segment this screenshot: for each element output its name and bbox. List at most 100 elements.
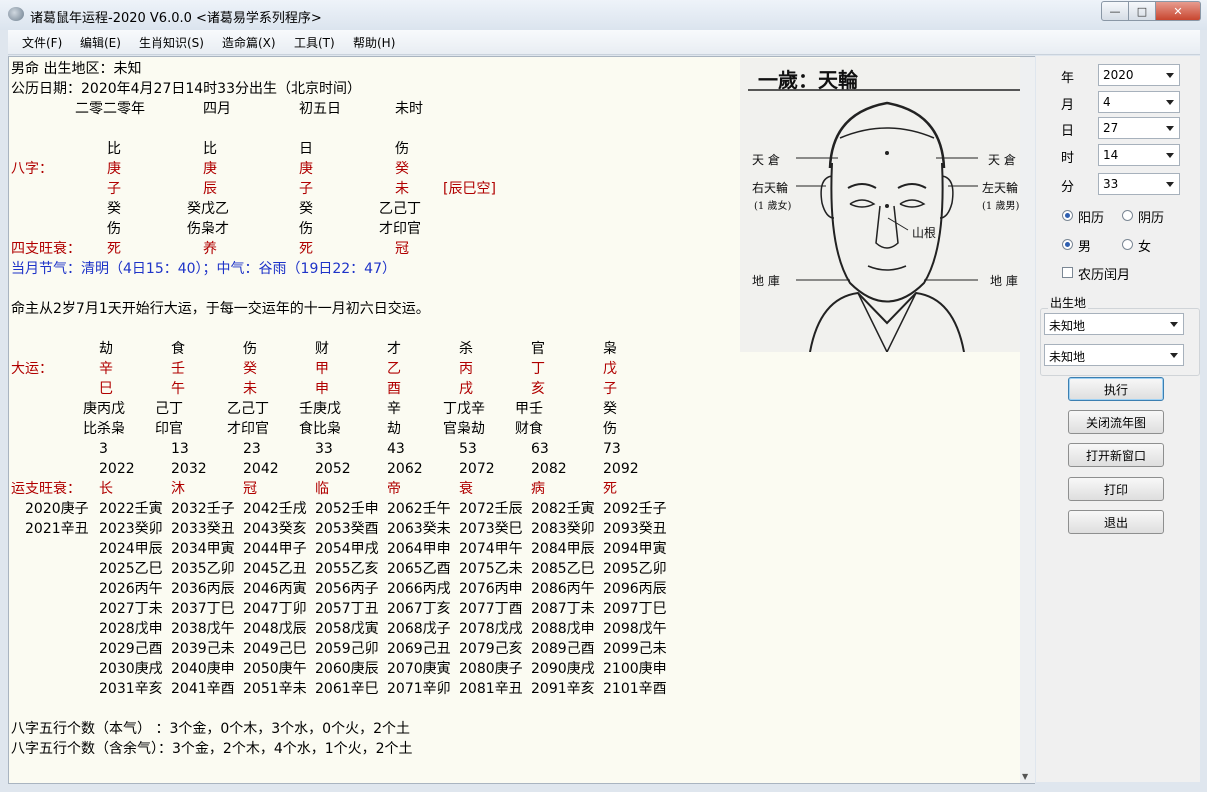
day-select[interactable]: 27 [1098, 117, 1180, 139]
minimize-button[interactable]: — [1101, 1, 1129, 21]
menu-tools[interactable]: 工具(T) [294, 34, 335, 51]
year-select-value: 2020 [1103, 68, 1134, 82]
title-bar[interactable]: 诸葛鼠年运程-2020 V6.0.0 <诸葛易学系列程序> — □ ✕ [0, 0, 1207, 30]
bazi-hidden-shishen: 才印官 [379, 221, 421, 237]
bazi-shishen: 比 [203, 141, 217, 157]
leap-month-label[interactable]: 农历闰月 [1078, 264, 1130, 283]
dayun-branch: 亥 [531, 381, 545, 397]
gender-male-radio[interactable] [1062, 239, 1073, 250]
annual-year-cell: 2062壬午 [387, 501, 451, 517]
annual-year-cell: 2100庚申 [603, 661, 667, 677]
annual-year-cell: 2021辛丑 [25, 521, 89, 537]
bazi-hidden: 癸戊乙 [187, 201, 229, 217]
dayun-stem: 癸 [243, 361, 257, 377]
dayun-branch: 巳 [99, 381, 113, 397]
annual-year-cell: 2037丁巳 [171, 601, 235, 617]
text-pane-scrollbar[interactable]: ▼ [1020, 56, 1035, 784]
branch-strength: 养 [203, 241, 217, 257]
annual-year-cell: 2028戊申 [99, 621, 163, 637]
print-button[interactable]: 打印 [1068, 477, 1164, 501]
annual-year-cell: 2061辛巳 [315, 681, 379, 697]
dayun-hidden: 甲壬 [515, 401, 543, 417]
luck-branch-strength: 冠 [243, 481, 257, 497]
annual-year-cell: 2029己酉 [99, 641, 163, 657]
annual-year-cell: 2059己卯 [315, 641, 379, 657]
annual-year-cell: 2026丙午 [99, 581, 163, 597]
close-button[interactable]: ✕ [1156, 1, 1201, 21]
minute-select[interactable]: 33 [1098, 173, 1180, 195]
exit-button[interactable]: 退出 [1068, 510, 1164, 534]
menu-help[interactable]: 帮助(H) [353, 34, 395, 51]
month-label: 月 [1061, 98, 1075, 113]
dayun-year: 2022 [99, 461, 135, 477]
annual-year-cell: 2036丙辰 [171, 581, 235, 597]
menu-destiny[interactable]: 造命篇(X) [222, 34, 276, 51]
dropdown-arrow-icon [1166, 153, 1174, 158]
dayun-branch: 申 [315, 381, 329, 397]
gender-female-label[interactable]: 女 [1138, 236, 1151, 255]
maximize-button[interactable]: □ [1129, 1, 1156, 21]
birthplace-province-select[interactable]: 未知地 [1044, 313, 1184, 335]
annual-year-cell: 2050庚午 [243, 661, 307, 677]
gender-region-line: 男命 出生地区：未知 [11, 61, 142, 77]
annual-year-cell: 2098戊午 [603, 621, 667, 637]
annual-year-cell: 2085乙巳 [531, 561, 595, 577]
calendar-solar-label[interactable]: 阳历 [1078, 207, 1104, 226]
dayun-stem: 乙 [387, 361, 401, 377]
birthplace-city-select[interactable]: 未知地 [1044, 344, 1184, 366]
branch-strength: 死 [299, 241, 313, 257]
annual-year-cell: 2093癸丑 [603, 521, 667, 537]
label-zuotianlun: 左天輪 [982, 181, 1019, 195]
bazi-shishen: 日 [299, 141, 313, 157]
label-youtianlun-sub: (1 歲女) [754, 201, 792, 212]
menu-file[interactable]: 文件(F) [22, 34, 62, 51]
scroll-down-arrow-icon[interactable]: ▼ [1022, 772, 1028, 781]
dayun-hidden-shishen: 财食 [515, 421, 543, 437]
hour-select[interactable]: 14 [1098, 144, 1180, 166]
execute-button[interactable]: 执行 [1068, 377, 1164, 401]
dayun-stem: 壬 [171, 361, 185, 377]
dayun-hidden-shishen: 比杀枭 [83, 421, 125, 437]
label-youtianlun: 右天輪 [752, 181, 789, 195]
bazi-shishen: 比 [107, 141, 121, 157]
luck-branch-strength: 衰 [459, 481, 473, 497]
dayun-hidden: 壬庚戊 [299, 401, 341, 417]
input-panel: 年 2020 月 4 日 27 时 14 分 33 阳历 阴历 男 女 农历闰月… [1036, 56, 1200, 782]
dayun-shishen: 官 [531, 341, 545, 357]
menu-zodiac[interactable]: 生肖知识(S) [139, 34, 204, 51]
annual-year-cell: 2055乙亥 [315, 561, 379, 577]
menu-edit[interactable]: 编辑(E) [80, 34, 121, 51]
bazi-stem: 癸 [395, 161, 409, 177]
gender-female-radio[interactable] [1122, 239, 1133, 250]
annual-year-cell: 2076丙申 [459, 581, 523, 597]
dayun-age: 23 [243, 441, 261, 457]
calendar-lunar-radio[interactable] [1122, 210, 1133, 221]
month-select[interactable]: 4 [1098, 91, 1180, 113]
lunar-day: 初五日 [299, 101, 341, 117]
annual-year-cell: 2075乙未 [459, 561, 523, 577]
dayun-hidden: 辛 [387, 401, 401, 417]
dayun-age: 33 [315, 441, 333, 457]
dayun-stem: 甲 [315, 361, 329, 377]
close-annual-chart-button[interactable]: 关闭流年图 [1068, 410, 1164, 434]
annual-year-cell: 2096丙辰 [603, 581, 667, 597]
year-select[interactable]: 2020 [1098, 64, 1180, 86]
annual-year-cell: 2041辛酉 [171, 681, 235, 697]
annual-year-cell: 2038戊午 [171, 621, 235, 637]
gender-male-label[interactable]: 男 [1078, 236, 1091, 255]
dropdown-arrow-icon [1166, 73, 1174, 78]
annual-year-cell: 2047丁卯 [243, 601, 307, 617]
dayun-hidden: 乙己丁 [227, 401, 269, 417]
annual-year-cell: 2027丁未 [99, 601, 163, 617]
calendar-lunar-label[interactable]: 阴历 [1138, 207, 1164, 226]
solar-date-line: 公历日期：2020年4月27日14时33分出生（北京时间） [11, 81, 361, 97]
calendar-solar-radio[interactable] [1062, 210, 1073, 221]
bazi-branch: 辰 [203, 181, 217, 197]
bazi-branch: 子 [107, 181, 121, 197]
leap-month-checkbox[interactable] [1062, 267, 1073, 278]
lunar-month: 四月 [203, 101, 231, 117]
dayun-year: 2062 [387, 461, 423, 477]
window-title: 诸葛鼠年运程-2020 V6.0.0 <诸葛易学系列程序> [30, 11, 322, 26]
open-new-window-button[interactable]: 打开新窗口 [1068, 443, 1164, 467]
annual-year-cell: 2069己丑 [387, 641, 451, 657]
